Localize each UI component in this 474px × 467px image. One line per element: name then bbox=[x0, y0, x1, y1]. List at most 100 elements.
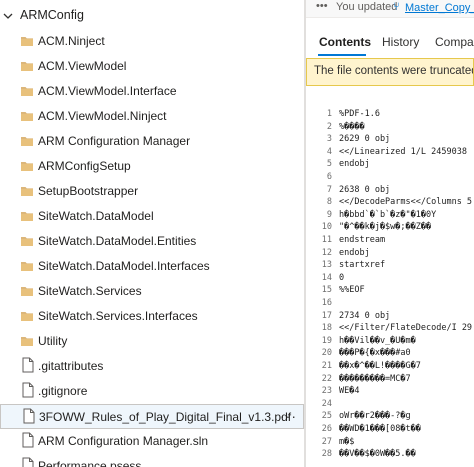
line-content: oWr��r2���-?�g bbox=[339, 411, 411, 422]
line-number: 17 bbox=[321, 310, 332, 321]
commit-bar: ••• You updated ⑂ Master_Copy_LF bbox=[306, 0, 474, 18]
tree-root-label: ARMConfig bbox=[20, 8, 84, 22]
file-viewer: ••• You updated ⑂ Master_Copy_LF Content… bbox=[306, 0, 474, 467]
tab-history[interactable]: History bbox=[382, 35, 419, 49]
line-number: 27 bbox=[321, 436, 332, 447]
tree-item-sitewatch-datamodel-interfaces[interactable]: SiteWatch.DataModel.Interfaces bbox=[0, 254, 304, 279]
code-line: 1 %PDF-1.6 bbox=[306, 108, 474, 120]
folder-icon bbox=[20, 259, 34, 273]
tree-item-3foww-rules-of-play-digital-final-v1-3-pdf[interactable]: 3FOWW_Rules_of_Play_Digital_Final_v1.3.p… bbox=[0, 404, 304, 429]
line-number: 12 bbox=[321, 247, 332, 258]
line-content: ��x�^��L!����G�7 bbox=[339, 361, 421, 371]
folder-icon bbox=[20, 34, 34, 48]
line-content: 2629 0 obj bbox=[339, 134, 391, 145]
code-line: 9 h�bbd`�`b`�z�"�1�0Y bbox=[306, 209, 474, 221]
code-line: 20 ���P�{�x���#a0 bbox=[306, 347, 474, 359]
tree-item-sitewatch-datamodel[interactable]: SiteWatch.DataModel bbox=[0, 204, 304, 229]
active-tab-indicator bbox=[318, 54, 366, 56]
folder-icon bbox=[20, 334, 34, 348]
tree-item-utility[interactable]: Utility bbox=[0, 329, 304, 354]
line-number: 4 bbox=[326, 146, 332, 157]
tree-item-label: SetupBootstrapper bbox=[38, 184, 139, 198]
tree-item-label: .gitattributes bbox=[38, 359, 104, 373]
line-number: 18 bbox=[321, 323, 332, 334]
code-line: 15 %%EOF bbox=[306, 284, 474, 296]
tree-item-setupbootstrapper[interactable]: SetupBootstrapper bbox=[0, 179, 304, 204]
line-content: endobj bbox=[339, 159, 370, 170]
viewer-tabs: Contents History Compare bbox=[306, 30, 474, 58]
branch-link[interactable]: Master_Copy_LF bbox=[405, 2, 474, 14]
tree-item-performance-psess[interactable]: Performance.psess bbox=[0, 454, 304, 467]
line-number: 24 bbox=[321, 398, 332, 409]
code-line: 8 <</DecodeParms<</Columns 5 bbox=[306, 196, 474, 208]
code-line: 6 bbox=[306, 171, 474, 183]
line-content: %���� bbox=[339, 121, 365, 132]
code-line: 24 bbox=[306, 398, 474, 410]
line-content: endstream bbox=[339, 235, 386, 245]
line-content: endobj bbox=[339, 247, 370, 258]
line-number: 3 bbox=[326, 134, 332, 145]
tab-contents[interactable]: Contents bbox=[319, 35, 371, 49]
line-number: 1 bbox=[326, 109, 332, 119]
code-line: 5 endobj bbox=[306, 158, 474, 170]
tree-item-arm-configuration-manager-sln[interactable]: ARM Configuration Manager.sln bbox=[0, 429, 304, 454]
more-actions-button[interactable]: ··· bbox=[280, 408, 297, 424]
code-line: 10 "�^��k�j�$w�;��Z�� bbox=[306, 221, 474, 233]
code-line: 26 ��WD�1���[08�t�� bbox=[306, 423, 474, 435]
commit-icon: ••• bbox=[316, 0, 328, 12]
line-number: 8 bbox=[326, 197, 332, 208]
tree-item-label: SiteWatch.Services bbox=[38, 284, 142, 298]
tree-item-sitewatch-datamodel-entities[interactable]: SiteWatch.DataModel.Entities bbox=[0, 229, 304, 254]
tree-item-gitattributes[interactable]: .gitattributes bbox=[0, 354, 304, 379]
line-number: 5 bbox=[326, 159, 332, 170]
folder-icon bbox=[20, 134, 34, 148]
tree-item-gitignore[interactable]: .gitignore bbox=[0, 379, 304, 404]
tree-item-armconfigsetup[interactable]: ARMConfigSetup bbox=[0, 154, 304, 179]
line-number: 16 bbox=[321, 298, 332, 308]
tree-item-sitewatch-services-interfaces[interactable]: SiteWatch.Services.Interfaces bbox=[0, 304, 304, 329]
line-content: WE�4 bbox=[339, 386, 360, 397]
tree-item-acm-viewmodel[interactable]: ACM.ViewModel bbox=[0, 54, 304, 79]
tree-item-label: ACM.Ninject bbox=[38, 34, 105, 48]
code-line: 11 endstream bbox=[306, 234, 474, 246]
tree-root-armconfig[interactable]: ARMConfig bbox=[0, 4, 304, 29]
line-number: 28 bbox=[321, 449, 332, 460]
tree-item-sitewatch-services[interactable]: SiteWatch.Services bbox=[0, 279, 304, 304]
file-icon bbox=[21, 457, 35, 467]
tree-item-label: SiteWatch.DataModel bbox=[38, 209, 154, 223]
code-line: 14 0 bbox=[306, 272, 474, 284]
line-number: 19 bbox=[321, 335, 332, 346]
line-content: 0 bbox=[339, 272, 345, 283]
tree-item-acm-viewmodel-ninject[interactable]: ACM.ViewModel.Ninject bbox=[0, 104, 304, 129]
tree-item-label: ACM.ViewModel.Interface bbox=[38, 84, 177, 98]
tree-item-label: ACM.ViewModel.Ninject bbox=[38, 109, 167, 123]
line-number: 25 bbox=[321, 411, 332, 422]
line-number: 13 bbox=[321, 260, 332, 271]
tab-compare[interactable]: Compare bbox=[435, 35, 474, 49]
tree-item-label: Performance.psess bbox=[38, 459, 142, 467]
code-line: 3 2629 0 obj bbox=[306, 133, 474, 145]
line-number: 10 bbox=[321, 222, 332, 233]
tree-item-label: SiteWatch.DataModel.Interfaces bbox=[38, 259, 210, 273]
tree-item-label: Utility bbox=[38, 334, 68, 348]
code-line: 28 ��V��$�0W��5.�� bbox=[306, 448, 474, 460]
folder-icon bbox=[20, 209, 34, 223]
line-content: ���������=MC�7 bbox=[339, 373, 411, 384]
tree-item-arm-configuration-manager[interactable]: ARM Configuration Manager bbox=[0, 129, 304, 154]
tree-item-acm-viewmodel-interface[interactable]: ACM.ViewModel.Interface bbox=[0, 79, 304, 104]
folder-icon bbox=[20, 309, 34, 323]
code-line: 23 WE�4 bbox=[306, 385, 474, 397]
tree-item-label: SiteWatch.DataModel.Entities bbox=[38, 234, 197, 248]
line-number: 15 bbox=[321, 285, 332, 296]
line-content: ��V��$�0W��5.�� bbox=[339, 449, 416, 460]
code-line: 12 endobj bbox=[306, 247, 474, 259]
line-content: %%EOF bbox=[339, 285, 365, 296]
line-content: <</Filter/FlateDecode/I 29 bbox=[339, 323, 473, 334]
tree-item-acm-ninject[interactable]: ACM.Ninject bbox=[0, 29, 304, 54]
chevron-down-icon[interactable] bbox=[2, 10, 14, 22]
line-number: 20 bbox=[321, 348, 332, 359]
folder-icon bbox=[20, 284, 34, 298]
code-line: 22 ���������=MC�7 bbox=[306, 373, 474, 385]
line-content: h�bbd`�`b`�z�"�1�0Y bbox=[339, 209, 437, 220]
line-content: <</Linearized 1/L 2459038 bbox=[339, 146, 467, 157]
